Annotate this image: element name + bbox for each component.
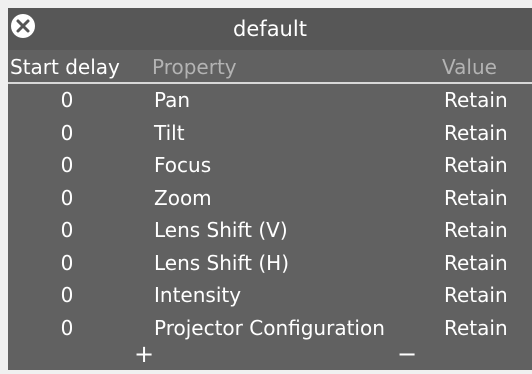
value-cell[interactable]: Retain bbox=[444, 251, 508, 275]
table-header: Start delay Property Value bbox=[8, 50, 532, 84]
property-cell: Lens Shift (H) bbox=[154, 250, 290, 275]
start-delay-cell[interactable]: 0 bbox=[8, 251, 126, 275]
property-cell: Lens Shift (V) bbox=[154, 218, 288, 242]
table-row[interactable]: 0 Zoom Retain bbox=[8, 182, 532, 215]
property-cell: Intensity bbox=[154, 283, 242, 307]
value-cell[interactable]: Retain bbox=[444, 218, 508, 242]
property-cell: Zoom bbox=[154, 185, 212, 210]
start-delay-cell[interactable]: 0 bbox=[8, 153, 126, 177]
value-cell[interactable]: Retain bbox=[444, 283, 508, 307]
properties-panel: default Start delay Property Value 0 Pan… bbox=[8, 8, 532, 370]
title-bar: default bbox=[8, 8, 532, 50]
remove-row-button[interactable]: − bbox=[397, 340, 417, 368]
property-cell: Projector Configuration bbox=[154, 315, 385, 340]
value-cell[interactable]: Retain bbox=[444, 186, 508, 210]
table-row[interactable]: 0 Lens Shift (V) Retain bbox=[8, 214, 532, 247]
table-row[interactable]: 0 Pan Retain bbox=[8, 84, 532, 117]
table-row[interactable]: 0 Projector Configuration Retain bbox=[8, 312, 532, 345]
table-row[interactable]: 0 Intensity Retain bbox=[8, 279, 532, 312]
start-delay-cell[interactable]: 0 bbox=[8, 283, 126, 307]
column-header-property[interactable]: Property bbox=[152, 55, 237, 79]
table-row[interactable]: 0 Focus Retain bbox=[8, 149, 532, 182]
column-header-value[interactable]: Value bbox=[442, 55, 497, 79]
property-cell: Pan bbox=[154, 88, 191, 112]
start-delay-cell[interactable]: 0 bbox=[8, 88, 126, 112]
window-title: default bbox=[233, 17, 307, 41]
start-delay-cell[interactable]: 0 bbox=[8, 316, 126, 340]
property-table: 0 Pan Retain 0 Tilt Retain 0 Focus Retai… bbox=[8, 84, 532, 344]
value-cell[interactable]: Retain bbox=[444, 121, 508, 145]
property-cell: Tilt bbox=[154, 120, 185, 145]
table-row[interactable]: 0 Lens Shift (H) Retain bbox=[8, 247, 532, 280]
column-header-start-delay[interactable]: Start delay bbox=[10, 55, 120, 79]
value-cell[interactable]: Retain bbox=[444, 88, 508, 112]
value-cell[interactable]: Retain bbox=[444, 153, 508, 177]
start-delay-cell[interactable]: 0 bbox=[8, 121, 126, 145]
value-cell[interactable]: Retain bbox=[444, 316, 508, 340]
property-cell: Focus bbox=[154, 153, 212, 177]
table-row[interactable]: 0 Tilt Retain bbox=[8, 117, 532, 150]
start-delay-cell[interactable]: 0 bbox=[8, 186, 126, 210]
add-row-button[interactable]: + bbox=[134, 340, 154, 368]
start-delay-cell[interactable]: 0 bbox=[8, 218, 126, 242]
